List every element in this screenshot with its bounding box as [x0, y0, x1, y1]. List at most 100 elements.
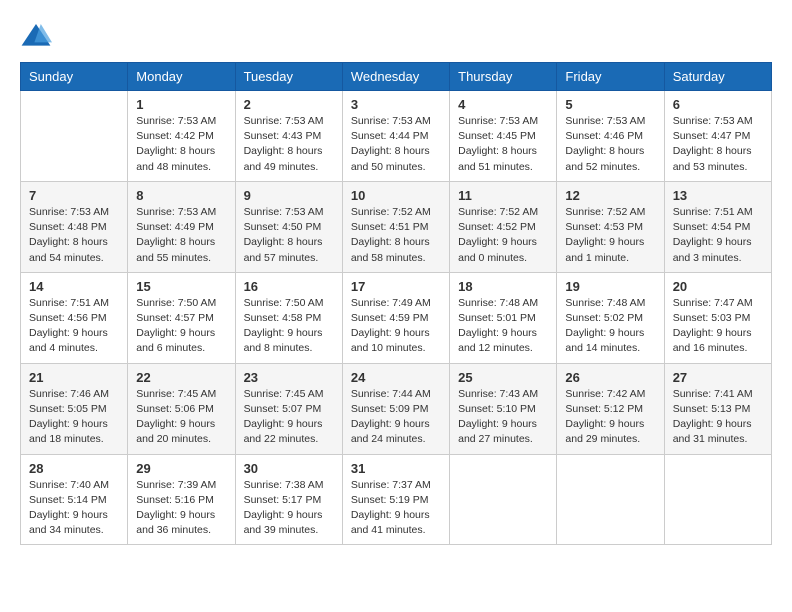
day-info: Sunrise: 7:53 AMSunset: 4:48 PMDaylight:… — [29, 205, 119, 266]
weekday-header-monday: Monday — [128, 63, 235, 91]
day-info: Sunrise: 7:51 AMSunset: 4:54 PMDaylight:… — [673, 205, 763, 266]
calendar-cell: 12 Sunrise: 7:52 AMSunset: 4:53 PMDayligh… — [557, 181, 664, 272]
day-info: Sunrise: 7:47 AMSunset: 5:03 PMDaylight:… — [673, 296, 763, 357]
calendar-cell: 17 Sunrise: 7:49 AMSunset: 4:59 PMDayligh… — [342, 272, 449, 363]
day-number: 4 — [458, 97, 548, 112]
day-number: 31 — [351, 461, 441, 476]
day-info: Sunrise: 7:45 AMSunset: 5:06 PMDaylight:… — [136, 387, 226, 448]
day-info: Sunrise: 7:52 AMSunset: 4:52 PMDaylight:… — [458, 205, 548, 266]
day-number: 27 — [673, 370, 763, 385]
calendar-cell: 31 Sunrise: 7:37 AMSunset: 5:19 PMDayligh… — [342, 454, 449, 545]
day-info: Sunrise: 7:50 AMSunset: 4:58 PMDaylight:… — [244, 296, 334, 357]
calendar-cell: 1 Sunrise: 7:53 AMSunset: 4:42 PMDaylight… — [128, 91, 235, 182]
day-info: Sunrise: 7:53 AMSunset: 4:43 PMDaylight:… — [244, 114, 334, 175]
day-info: Sunrise: 7:44 AMSunset: 5:09 PMDaylight:… — [351, 387, 441, 448]
page-header — [20, 20, 772, 52]
day-info: Sunrise: 7:53 AMSunset: 4:44 PMDaylight:… — [351, 114, 441, 175]
calendar-week-row: 21Sunrise: 7:46 AMSunset: 5:05 PMDayligh… — [21, 363, 772, 454]
calendar-cell: 10 Sunrise: 7:52 AMSunset: 4:51 PMDayligh… — [342, 181, 449, 272]
day-info: Sunrise: 7:52 AMSunset: 4:53 PMDaylight:… — [565, 205, 655, 266]
calendar-cell: 25 Sunrise: 7:43 AMSunset: 5:10 PMDayligh… — [450, 363, 557, 454]
calendar-header: SundayMondayTuesdayWednesdayThursdayFrid… — [21, 63, 772, 91]
day-info: Sunrise: 7:46 AMSunset: 5:05 PMDaylight:… — [29, 387, 119, 448]
day-number: 20 — [673, 279, 763, 294]
day-info: Sunrise: 7:48 AMSunset: 5:01 PMDaylight:… — [458, 296, 548, 357]
calendar-cell — [664, 454, 771, 545]
day-number: 16 — [244, 279, 334, 294]
calendar-cell — [450, 454, 557, 545]
calendar-cell: 19Sunrise: 7:48 AMSunset: 5:02 PMDayligh… — [557, 272, 664, 363]
day-info: Sunrise: 7:37 AMSunset: 5:19 PMDaylight:… — [351, 478, 441, 539]
calendar-cell: 15 Sunrise: 7:50 AMSunset: 4:57 PMDayligh… — [128, 272, 235, 363]
day-number: 15 — [136, 279, 226, 294]
calendar-table: SundayMondayTuesdayWednesdayThursdayFrid… — [20, 62, 772, 545]
day-number: 1 — [136, 97, 226, 112]
calendar-cell: 11 Sunrise: 7:52 AMSunset: 4:52 PMDayligh… — [450, 181, 557, 272]
day-info: Sunrise: 7:53 AMSunset: 4:47 PMDaylight:… — [673, 114, 763, 175]
calendar-cell: 27 Sunrise: 7:41 AMSunset: 5:13 PMDayligh… — [664, 363, 771, 454]
day-info: Sunrise: 7:53 AMSunset: 4:42 PMDaylight:… — [136, 114, 226, 175]
calendar-cell: 23 Sunrise: 7:45 AMSunset: 5:07 PMDayligh… — [235, 363, 342, 454]
calendar-week-row: 28Sunrise: 7:40 AMSunset: 5:14 PMDayligh… — [21, 454, 772, 545]
day-number: 3 — [351, 97, 441, 112]
calendar-cell: 28Sunrise: 7:40 AMSunset: 5:14 PMDayligh… — [21, 454, 128, 545]
day-info: Sunrise: 7:40 AMSunset: 5:14 PMDaylight:… — [29, 478, 119, 539]
calendar-cell: 24 Sunrise: 7:44 AMSunset: 5:09 PMDayligh… — [342, 363, 449, 454]
day-number: 30 — [244, 461, 334, 476]
day-info: Sunrise: 7:41 AMSunset: 5:13 PMDaylight:… — [673, 387, 763, 448]
calendar-cell: 8 Sunrise: 7:53 AMSunset: 4:49 PMDaylight… — [128, 181, 235, 272]
calendar-cell: 5Sunrise: 7:53 AMSunset: 4:46 PMDaylight… — [557, 91, 664, 182]
calendar-cell: 16 Sunrise: 7:50 AMSunset: 4:58 PMDayligh… — [235, 272, 342, 363]
calendar-week-row: 7 Sunrise: 7:53 AMSunset: 4:48 PMDaylight… — [21, 181, 772, 272]
day-info: Sunrise: 7:52 AMSunset: 4:51 PMDaylight:… — [351, 205, 441, 266]
day-number: 2 — [244, 97, 334, 112]
day-info: Sunrise: 7:48 AMSunset: 5:02 PMDaylight:… — [565, 296, 655, 357]
day-number: 5 — [565, 97, 655, 112]
day-number: 23 — [244, 370, 334, 385]
day-number: 29 — [136, 461, 226, 476]
calendar-cell: 18 Sunrise: 7:48 AMSunset: 5:01 PMDayligh… — [450, 272, 557, 363]
day-number: 8 — [136, 188, 226, 203]
day-info: Sunrise: 7:45 AMSunset: 5:07 PMDaylight:… — [244, 387, 334, 448]
calendar-cell: 2 Sunrise: 7:53 AMSunset: 4:43 PMDaylight… — [235, 91, 342, 182]
day-number: 22 — [136, 370, 226, 385]
day-number: 12 — [565, 188, 655, 203]
day-info: Sunrise: 7:38 AMSunset: 5:17 PMDaylight:… — [244, 478, 334, 539]
day-info: Sunrise: 7:53 AMSunset: 4:50 PMDaylight:… — [244, 205, 334, 266]
logo-icon — [20, 20, 52, 52]
day-number: 18 — [458, 279, 548, 294]
weekday-header-row: SundayMondayTuesdayWednesdayThursdayFrid… — [21, 63, 772, 91]
calendar-cell: 20 Sunrise: 7:47 AMSunset: 5:03 PMDayligh… — [664, 272, 771, 363]
calendar-cell: 13 Sunrise: 7:51 AMSunset: 4:54 PMDayligh… — [664, 181, 771, 272]
weekday-header-friday: Friday — [557, 63, 664, 91]
day-number: 14 — [29, 279, 119, 294]
calendar-cell: 30 Sunrise: 7:38 AMSunset: 5:17 PMDayligh… — [235, 454, 342, 545]
day-number: 10 — [351, 188, 441, 203]
day-info: Sunrise: 7:43 AMSunset: 5:10 PMDaylight:… — [458, 387, 548, 448]
day-number: 24 — [351, 370, 441, 385]
calendar-body: 1 Sunrise: 7:53 AMSunset: 4:42 PMDaylight… — [21, 91, 772, 545]
day-info: Sunrise: 7:49 AMSunset: 4:59 PMDaylight:… — [351, 296, 441, 357]
weekday-header-saturday: Saturday — [664, 63, 771, 91]
logo — [20, 20, 56, 52]
calendar-cell: 6Sunrise: 7:53 AMSunset: 4:47 PMDaylight… — [664, 91, 771, 182]
calendar-cell: 26Sunrise: 7:42 AMSunset: 5:12 PMDayligh… — [557, 363, 664, 454]
calendar-cell: 3 Sunrise: 7:53 AMSunset: 4:44 PMDaylight… — [342, 91, 449, 182]
day-number: 13 — [673, 188, 763, 203]
calendar-cell: 21Sunrise: 7:46 AMSunset: 5:05 PMDayligh… — [21, 363, 128, 454]
weekday-header-wednesday: Wednesday — [342, 63, 449, 91]
day-info: Sunrise: 7:50 AMSunset: 4:57 PMDaylight:… — [136, 296, 226, 357]
day-info: Sunrise: 7:53 AMSunset: 4:49 PMDaylight:… — [136, 205, 226, 266]
day-info: Sunrise: 7:51 AMSunset: 4:56 PMDaylight:… — [29, 296, 119, 357]
day-number: 17 — [351, 279, 441, 294]
day-number: 7 — [29, 188, 119, 203]
day-info: Sunrise: 7:39 AMSunset: 5:16 PMDaylight:… — [136, 478, 226, 539]
day-number: 25 — [458, 370, 548, 385]
day-number: 11 — [458, 188, 548, 203]
weekday-header-sunday: Sunday — [21, 63, 128, 91]
calendar-cell — [557, 454, 664, 545]
day-info: Sunrise: 7:42 AMSunset: 5:12 PMDaylight:… — [565, 387, 655, 448]
calendar-cell: 14 Sunrise: 7:51 AMSunset: 4:56 PMDayligh… — [21, 272, 128, 363]
day-number: 9 — [244, 188, 334, 203]
calendar-cell: 29 Sunrise: 7:39 AMSunset: 5:16 PMDayligh… — [128, 454, 235, 545]
